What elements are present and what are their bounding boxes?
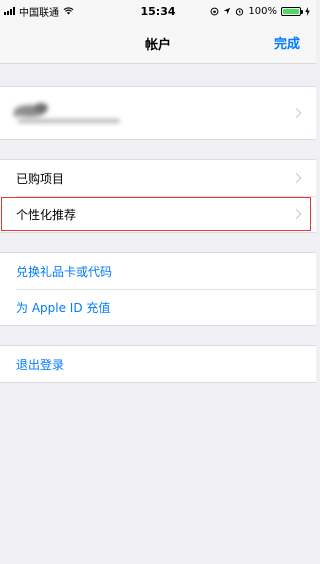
add-funds-label: 为 Apple ID 充值 — [16, 300, 111, 315]
blurred-account-name — [13, 103, 120, 123]
chevron-right-icon — [291, 108, 302, 118]
purchases-group: 已购项目 个性化推荐 — [0, 159, 316, 233]
chevron-right-icon — [291, 173, 302, 183]
carrier-label: 中国联通 — [19, 7, 59, 19]
account-row[interactable] — [0, 87, 316, 139]
wifi-icon — [63, 7, 74, 15]
status-left: 中国联通 — [0, 4, 74, 19]
purchased-label: 已购项目 — [16, 171, 65, 186]
redeem-label: 兑换礼品卡或代码 — [16, 264, 113, 279]
signal-icon — [4, 7, 15, 15]
nav-bar: 帐户 完成 — [0, 22, 316, 64]
charging-icon — [305, 6, 310, 16]
battery-percent: 100% — [248, 5, 277, 17]
screen: 中国联通 15:34 100% 帐户 完成 已购项目 个性化推荐 兑换礼品卡或代… — [0, 0, 316, 564]
personalized-label: 个性化推荐 — [16, 207, 77, 222]
page-title: 帐户 — [144, 38, 171, 53]
battery-icon — [281, 6, 303, 16]
add-funds-link[interactable]: 为 Apple ID 充值 — [0, 289, 316, 325]
funds-group: 兑换礼品卡或代码 为 Apple ID 充值 — [0, 252, 316, 326]
sign-out-link[interactable]: 退出登录 — [0, 346, 316, 382]
purchased-row[interactable]: 已购项目 — [0, 160, 316, 196]
personalized-recommendations-row[interactable]: 个性化推荐 — [0, 196, 316, 232]
account-group — [0, 86, 316, 140]
sign-out-label: 退出登录 — [16, 357, 65, 372]
status-bar: 中国联通 15:34 100% — [0, 0, 316, 22]
orientation-lock-icon — [210, 7, 219, 15]
done-button[interactable]: 完成 — [274, 33, 300, 52]
status-right: 100% — [210, 6, 316, 17]
sign-out-group: 退出登录 — [0, 345, 316, 383]
chevron-right-icon — [291, 209, 302, 219]
alarm-icon — [236, 7, 244, 16]
redeem-gift-card-link[interactable]: 兑换礼品卡或代码 — [0, 253, 316, 289]
location-icon — [224, 7, 231, 15]
